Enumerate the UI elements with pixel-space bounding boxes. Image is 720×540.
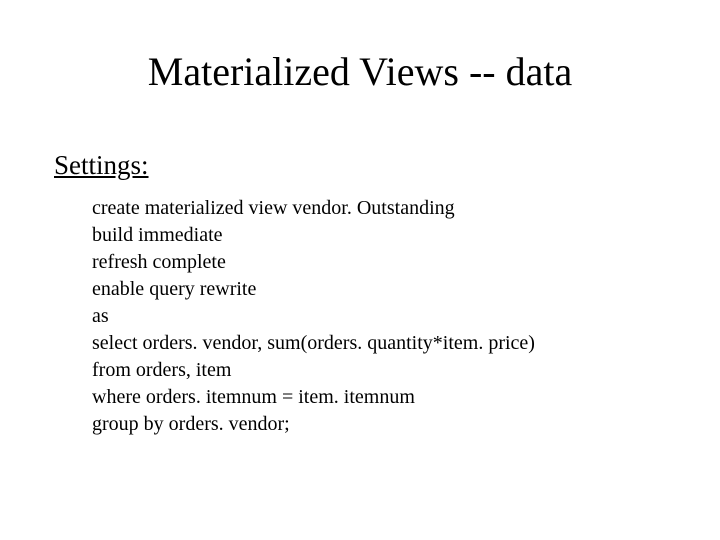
slide-title: Materialized Views -- data xyxy=(0,48,720,95)
code-line: as xyxy=(92,303,535,330)
code-line: select orders. vendor, sum(orders. quant… xyxy=(92,330,535,357)
code-line: build immediate xyxy=(92,222,535,249)
code-line: group by orders. vendor; xyxy=(92,411,535,438)
code-line: enable query rewrite xyxy=(92,276,535,303)
code-line: refresh complete xyxy=(92,249,535,276)
slide: Materialized Views -- data Settings: cre… xyxy=(0,0,720,540)
settings-heading: Settings: xyxy=(54,150,149,181)
code-line: from orders, item xyxy=(92,357,535,384)
sql-code-block: create materialized view vendor. Outstan… xyxy=(92,195,535,438)
code-line: where orders. itemnum = item. itemnum xyxy=(92,384,535,411)
code-line: create materialized view vendor. Outstan… xyxy=(92,195,535,222)
